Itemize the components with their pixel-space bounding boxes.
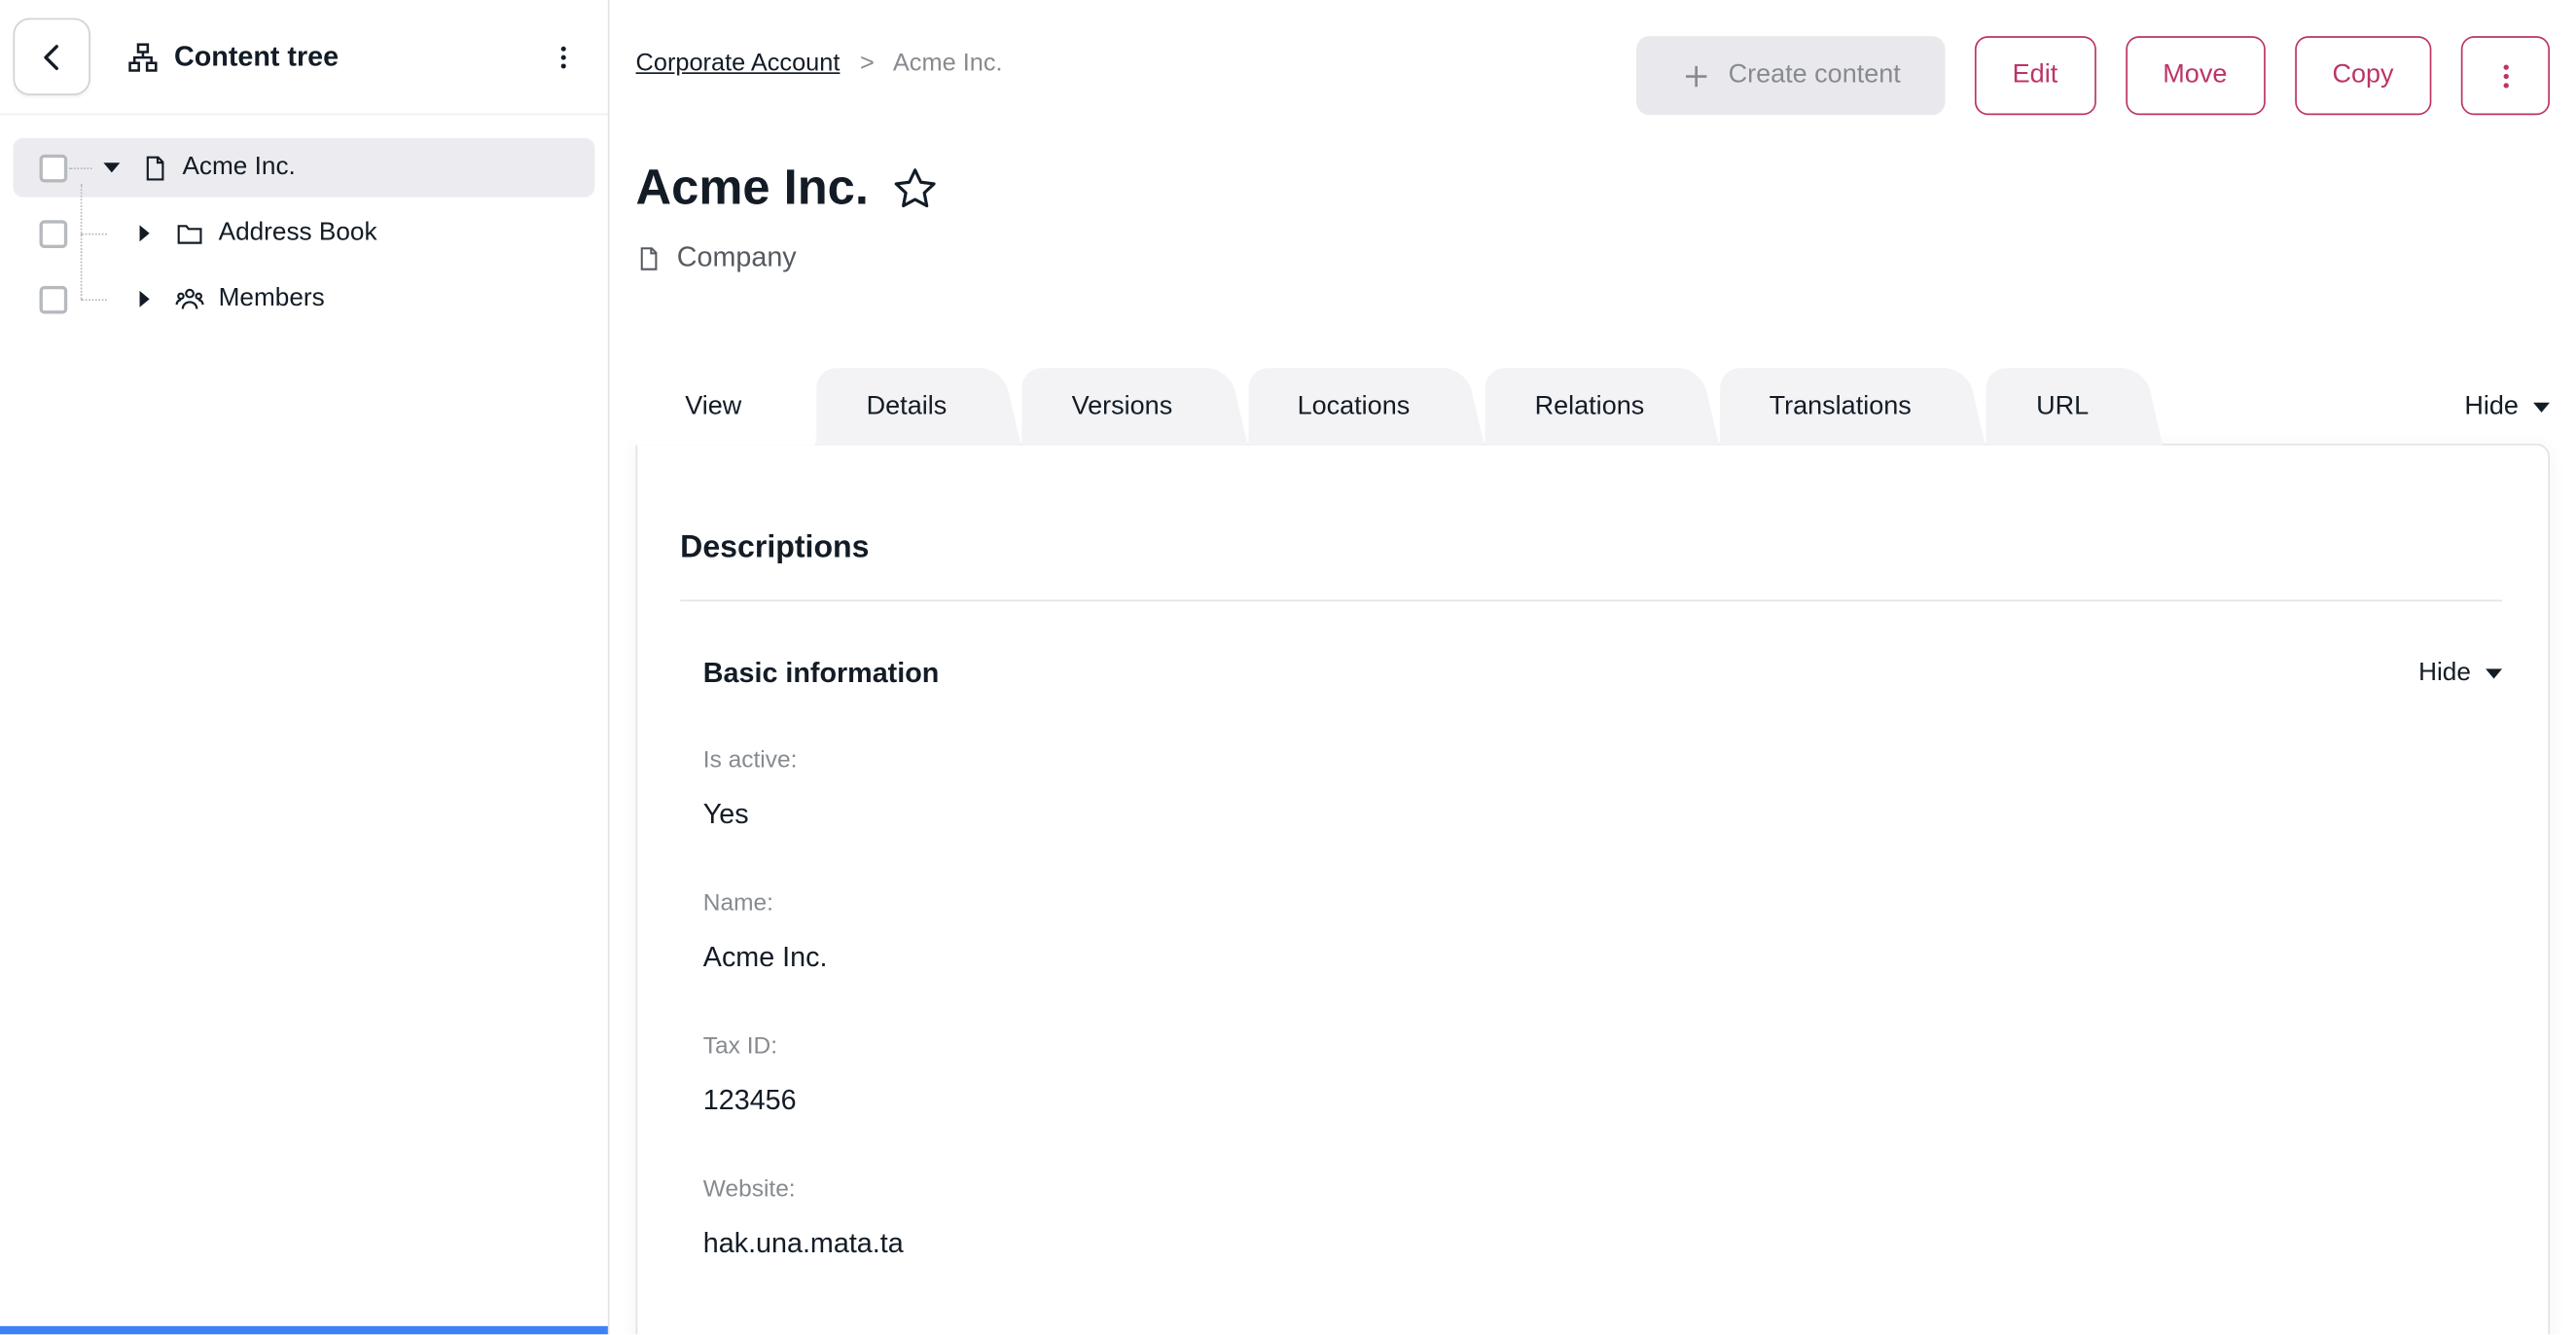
chevron-left-icon bbox=[35, 40, 68, 73]
tab-versions[interactable]: Versions bbox=[1022, 368, 1248, 445]
field-label: Tax ID: bbox=[703, 1032, 2502, 1062]
tree-connector-line bbox=[81, 299, 107, 301]
tree-connector-line bbox=[81, 234, 107, 235]
page-title: Acme Inc. bbox=[636, 160, 869, 219]
breadcrumb: Corporate Account > Acme Inc. bbox=[636, 50, 1003, 78]
caret-toggle[interactable] bbox=[100, 162, 124, 172]
page-title-row: Acme Inc. bbox=[636, 160, 2550, 219]
vertical-dots-icon bbox=[2489, 60, 2521, 91]
tab-view[interactable]: View bbox=[636, 368, 817, 445]
caret-toggle[interactable] bbox=[133, 225, 157, 241]
tree-item-label: Address Book bbox=[219, 219, 377, 248]
tab-label: Locations bbox=[1298, 392, 1411, 421]
edit-button[interactable]: Edit bbox=[1975, 36, 2095, 115]
sidebar-resize-handle[interactable] bbox=[0, 1326, 608, 1334]
content-tree-icon bbox=[126, 40, 160, 73]
tree-item-checkbox[interactable] bbox=[40, 285, 68, 313]
caret-right-icon bbox=[140, 291, 150, 307]
tab-label: Details bbox=[867, 392, 948, 421]
content-tree-header: Content tree bbox=[0, 0, 608, 115]
back-button[interactable] bbox=[14, 18, 90, 95]
caret-down-icon bbox=[103, 162, 120, 172]
breadcrumb-separator: > bbox=[860, 50, 875, 78]
field-tax-id: Tax ID: 123456 bbox=[680, 1032, 2502, 1120]
tab-translations[interactable]: Translations bbox=[1720, 368, 1987, 445]
tree-item-acme-inc[interactable]: Acme Inc. bbox=[14, 138, 595, 198]
tree-item-checkbox[interactable] bbox=[40, 219, 68, 247]
move-button[interactable]: Move bbox=[2125, 36, 2265, 115]
tree-connector-line bbox=[69, 167, 92, 169]
create-content-label: Create content bbox=[1729, 60, 1901, 90]
field-value: Acme Inc. bbox=[703, 940, 2502, 976]
sidebar-kebab-menu-button[interactable] bbox=[542, 35, 585, 78]
breadcrumb-current: Acme Inc. bbox=[893, 50, 1003, 78]
chevron-down-icon bbox=[2486, 668, 2502, 678]
basic-information-header: Basic information Hide bbox=[680, 658, 2502, 691]
basic-information-title: Basic information bbox=[703, 658, 939, 691]
field-value: hak.una.mata.ta bbox=[703, 1226, 2502, 1262]
plus-icon bbox=[1681, 60, 1712, 91]
chevron-down-icon bbox=[2533, 402, 2550, 412]
section-divider bbox=[680, 599, 2502, 601]
hide-label: Hide bbox=[2418, 659, 2471, 688]
tabs-spacer bbox=[2165, 368, 2464, 445]
tabs-bar: View Details Versions Locations Relation… bbox=[636, 368, 2550, 445]
file-icon bbox=[141, 152, 169, 183]
caret-toggle[interactable] bbox=[133, 291, 157, 307]
content-tree: Acme Inc. Address Book Members bbox=[0, 115, 608, 329]
action-toolbar: Create content Edit Move Copy bbox=[1636, 36, 2550, 115]
field-value: 123456 bbox=[703, 1083, 2502, 1119]
field-label: Website: bbox=[703, 1174, 2502, 1204]
content-tree-panel: Content tree Acme Inc. bbox=[0, 0, 610, 1334]
file-icon bbox=[636, 242, 662, 273]
favorite-star-icon[interactable] bbox=[890, 164, 940, 214]
field-label: Is active: bbox=[703, 746, 2502, 776]
tree-item-checkbox[interactable] bbox=[40, 154, 68, 182]
copy-button[interactable]: Copy bbox=[2295, 36, 2432, 115]
vertical-dots-icon bbox=[549, 42, 578, 71]
content-type-row: Company bbox=[636, 241, 2550, 274]
field-website: Website: hak.una.mata.ta bbox=[680, 1174, 2502, 1262]
tab-label: Relations bbox=[1535, 392, 1645, 421]
caret-right-icon bbox=[140, 225, 150, 241]
tab-label: URL bbox=[2036, 392, 2089, 421]
field-label: Name: bbox=[703, 889, 2502, 919]
tree-item-label: Acme Inc. bbox=[182, 153, 295, 182]
content-view-card: Descriptions Basic information Hide Is a… bbox=[636, 444, 2550, 1334]
more-actions-button[interactable] bbox=[2461, 36, 2550, 115]
tab-label: Translations bbox=[1770, 392, 1912, 421]
breadcrumb-link-corporate-account[interactable]: Corporate Account bbox=[636, 50, 841, 78]
users-icon bbox=[174, 284, 205, 313]
folder-icon bbox=[174, 219, 205, 247]
tab-label: View bbox=[685, 392, 741, 421]
content-type-label: Company bbox=[677, 241, 797, 274]
app-window: Content tree Acme Inc. bbox=[0, 0, 2576, 1334]
tree-connector-line bbox=[81, 184, 83, 299]
field-name: Name: Acme Inc. bbox=[680, 889, 2502, 977]
tab-details[interactable]: Details bbox=[817, 368, 1022, 445]
field-value: Yes bbox=[703, 797, 2502, 833]
create-content-button[interactable]: Create content bbox=[1636, 36, 1945, 115]
hide-group-toggle[interactable]: Hide bbox=[2418, 659, 2502, 688]
field-is-active: Is active: Yes bbox=[680, 746, 2502, 834]
descriptions-heading: Descriptions bbox=[680, 530, 2502, 566]
content-tree-title: Content tree bbox=[174, 40, 339, 73]
tab-locations[interactable]: Locations bbox=[1248, 368, 1485, 445]
tree-item-label: Members bbox=[219, 284, 325, 313]
tab-url[interactable]: URL bbox=[1986, 368, 2164, 445]
tab-relations[interactable]: Relations bbox=[1485, 368, 1720, 445]
hide-tabs-toggle[interactable]: Hide bbox=[2464, 392, 2550, 421]
content-view: Corporate Account > Acme Inc. Create con… bbox=[610, 0, 2576, 1334]
top-bar: Corporate Account > Acme Inc. Create con… bbox=[636, 0, 2550, 115]
hide-label: Hide bbox=[2464, 392, 2519, 421]
tab-label: Versions bbox=[1072, 392, 1173, 421]
